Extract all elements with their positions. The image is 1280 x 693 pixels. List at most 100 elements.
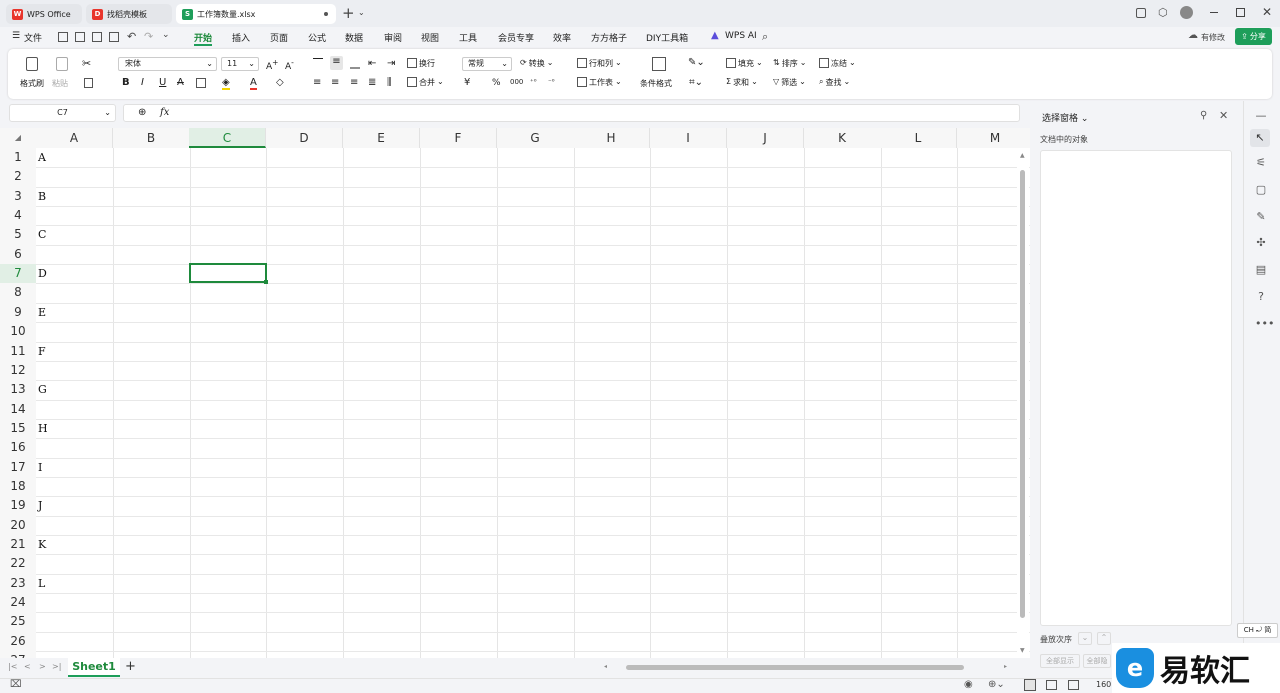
row-header-3[interactable]: 3 <box>0 186 36 207</box>
macro-icon[interactable]: ⌧ <box>10 679 22 690</box>
file-menu[interactable]: 文件 <box>24 31 42 44</box>
column-header-B[interactable]: B <box>113 128 190 148</box>
cut-icon[interactable]: ✂ <box>82 57 91 70</box>
selection-pane-title[interactable]: 选择窗格 ⌄ <box>1042 111 1088 124</box>
formula-input[interactable]: ⊕ fx <box>123 104 1020 122</box>
row-header-9[interactable]: 9 <box>0 302 36 323</box>
indent-decrease-icon[interactable]: ⇤ <box>368 58 376 69</box>
scroll-up-icon[interactable]: ▲ <box>1020 152 1025 159</box>
thousands-button[interactable]: 000 <box>510 78 523 86</box>
row-header-1[interactable]: 1 <box>0 148 36 168</box>
menu-tab-3[interactable]: 公式 <box>308 31 326 44</box>
wrap-text-button[interactable]: 换行 <box>407 58 435 69</box>
tools-icon[interactable]: ✣ <box>1255 237 1267 249</box>
name-box[interactable]: C7 ⌄ <box>9 104 116 122</box>
new-tab-button[interactable]: + <box>342 4 355 22</box>
search-icon[interactable]: ⌕ <box>762 30 768 44</box>
align-bottom-icon[interactable]: ⎽ <box>350 58 360 69</box>
row-header-5[interactable]: 5 <box>0 225 36 245</box>
row-header-23[interactable]: 23 <box>0 573 36 594</box>
vertical-scrollbar[interactable]: ▲ ▼ <box>1017 150 1029 658</box>
adjust-icon[interactable]: ⚟ <box>1255 157 1267 169</box>
menu-tab-8[interactable]: 会员专享 <box>498 31 534 44</box>
row-header-6[interactable]: 6 <box>0 244 36 265</box>
cell-A23[interactable]: L <box>38 577 45 590</box>
cell-A5[interactable]: C <box>38 228 46 241</box>
strikethrough-icon[interactable]: A <box>177 77 184 88</box>
row-header-13[interactable]: 13 <box>0 380 36 400</box>
vertical-scroll-thumb[interactable] <box>1020 170 1025 618</box>
cell-A17[interactable]: I <box>38 461 42 474</box>
row-header-18[interactable]: 18 <box>0 476 36 497</box>
prev-sheet-icon[interactable]: < <box>24 662 31 671</box>
hamburger-icon[interactable]: ☰ <box>12 31 20 41</box>
tab-docer-templates[interactable]: D 找稻壳模板 <box>86 4 172 24</box>
conditional-format-icon[interactable] <box>652 57 666 71</box>
edit-image-icon[interactable]: ✎ <box>1255 211 1267 223</box>
cell-A13[interactable]: G <box>38 383 47 396</box>
align-top-icon[interactable]: ⎺ <box>313 58 323 69</box>
add-sheet-button[interactable]: + <box>125 659 136 674</box>
sheet-grid[interactable]: ◢ ABCDEFGHIJKLM 1 2 3 4 5 6 7 8 9 10 11 12 13 14 15 16 1… <box>0 128 1030 660</box>
book-icon[interactable]: ▤ <box>1255 264 1267 276</box>
increase-decimal-icon[interactable]: ⁺⁰ <box>530 78 537 86</box>
column-header-I[interactable]: I <box>650 128 727 148</box>
export-icon[interactable] <box>75 32 85 42</box>
share-button[interactable]: ⇪ 分享 <box>1235 28 1272 45</box>
menu-tab-2[interactable]: 页面 <box>270 31 288 44</box>
find-button[interactable]: ⌕ 查找 ⌄ <box>819 77 850 88</box>
column-header-M[interactable]: M <box>957 128 1030 148</box>
menu-tab-11[interactable]: DIY工具箱 <box>646 31 688 44</box>
normal-view-icon[interactable] <box>1024 679 1036 691</box>
save-icon[interactable] <box>58 32 68 42</box>
filter-button[interactable]: ▽ 筛选 ⌄ <box>773 77 806 88</box>
tab-list-chevron-icon[interactable]: ⌄ <box>358 8 365 17</box>
table-style-icon[interactable]: ⌗⌄ <box>689 77 703 88</box>
copy-frame-icon[interactable]: ▢ <box>1255 184 1267 196</box>
print-preview-icon[interactable] <box>109 32 119 42</box>
align-middle-icon[interactable]: ≡ <box>330 56 343 70</box>
first-sheet-icon[interactable]: |< <box>8 662 17 671</box>
menu-tab-7[interactable]: 工具 <box>459 31 477 44</box>
row-header-12[interactable]: 12 <box>0 360 36 381</box>
menu-tab-6[interactable]: 视图 <box>421 31 439 44</box>
decrease-decimal-icon[interactable]: ⁻⁰ <box>548 78 555 86</box>
unsaved-dot-icon[interactable] <box>324 12 328 16</box>
horizontal-scroll-thumb[interactable] <box>626 665 964 670</box>
currency-icon[interactable]: ¥ <box>464 77 470 88</box>
scroll-down-icon[interactable]: ▼ <box>1020 647 1025 654</box>
row-header-11[interactable]: 11 <box>0 341 36 361</box>
paste-icon[interactable] <box>56 57 68 71</box>
number-format-select[interactable]: 常规 ⌄ <box>462 57 512 71</box>
row-header-2[interactable]: 2 <box>0 167 36 187</box>
zoom-formula-icon[interactable]: ⊕ <box>138 107 146 118</box>
format-painter-button[interactable]: 格式刷 <box>20 78 44 89</box>
selected-cell[interactable] <box>189 263 267 283</box>
move-up-button[interactable]: ⌃ <box>1097 632 1111 645</box>
undo-icon[interactable]: ↶ <box>127 30 136 43</box>
tab-wps-office[interactable]: W WPS Office <box>6 4 82 24</box>
select-all-corner[interactable]: ◢ <box>0 128 36 148</box>
close-pane-icon[interactable]: ✕ <box>1219 109 1228 122</box>
paste-button[interactable]: 粘贴 <box>52 78 68 89</box>
row-header-22[interactable]: 22 <box>0 554 36 574</box>
collapse-rail-icon[interactable]: — <box>1255 110 1267 122</box>
cell-A21[interactable]: K <box>38 538 46 551</box>
row-header-26[interactable]: 26 <box>0 631 36 652</box>
distributed-icon[interactable]: ⫼ <box>387 77 392 88</box>
minimize-icon[interactable] <box>1210 12 1218 13</box>
bold-icon[interactable]: B <box>122 77 130 88</box>
font-name-select[interactable]: 宋体 ⌄ <box>118 57 217 71</box>
underline-icon[interactable]: U <box>159 77 166 88</box>
objects-list[interactable] <box>1040 150 1232 626</box>
row-header-7[interactable]: 7 <box>0 264 36 284</box>
show-all-button[interactable]: 全部显示 <box>1040 654 1080 668</box>
avatar[interactable] <box>1180 6 1193 19</box>
align-right-icon[interactable]: ≡ <box>350 77 358 88</box>
menu-tab-0[interactable]: 开始 <box>194 31 212 44</box>
row-header-20[interactable]: 20 <box>0 515 36 536</box>
rows-cols-button[interactable]: 行和列 ⌄ <box>577 58 622 69</box>
freeze-button[interactable]: 冻结 ⌄ <box>819 58 856 69</box>
font-size-select[interactable]: 11 ⌄ <box>221 57 259 71</box>
increase-font-icon[interactable]: A+ <box>266 58 278 72</box>
